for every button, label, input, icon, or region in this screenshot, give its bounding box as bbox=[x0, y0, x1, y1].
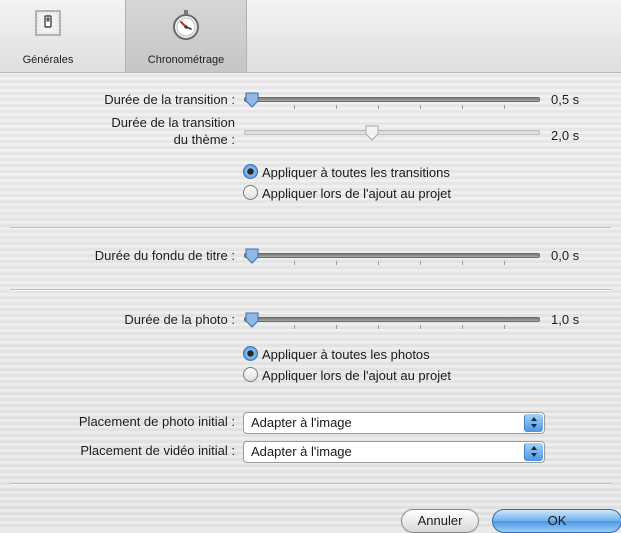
theme-transition-value: 2,0 s bbox=[551, 128, 580, 143]
photo-placement-label: Placement de photo initial : bbox=[78, 414, 235, 429]
photo-duration-slider[interactable] bbox=[244, 311, 540, 333]
video-placement-select[interactable]: Adapter à l'image bbox=[243, 441, 545, 463]
tab-chronometrage[interactable]: Chronométrage bbox=[125, 0, 247, 72]
video-placement-value: Adapter à l'image bbox=[251, 444, 352, 459]
photo-placement-select[interactable]: Adapter à l'image bbox=[243, 412, 545, 434]
apply-all-photos-radio[interactable]: Appliquer à toutes les photos bbox=[243, 346, 430, 364]
section-divider bbox=[10, 483, 611, 485]
title-fade-slider[interactable] bbox=[244, 247, 540, 269]
apply-on-add-transitions-label: Appliquer lors de l'ajout au projet bbox=[262, 186, 451, 201]
photo-duration-value: 1,0 s bbox=[551, 312, 580, 327]
theme-transition-slider[interactable] bbox=[244, 124, 540, 146]
select-arrows-icon bbox=[524, 414, 543, 432]
section-divider bbox=[10, 289, 611, 291]
slider-knob[interactable] bbox=[244, 91, 260, 109]
timing-pane: Durée de la transition : 0,5 s Durée de … bbox=[0, 73, 621, 533]
apply-all-transitions-label: Appliquer à toutes les transitions bbox=[262, 165, 450, 180]
cancel-button[interactable]: Annuler bbox=[401, 509, 479, 533]
theme-transition-label-line1: Durée de la transition bbox=[111, 115, 235, 130]
apply-all-photos-label: Appliquer à toutes les photos bbox=[262, 347, 430, 362]
transition-duration-label: Durée de la transition : bbox=[104, 92, 235, 107]
transition-duration-slider[interactable] bbox=[244, 91, 540, 113]
radio-dot bbox=[243, 185, 258, 200]
tab-generales-label: Générales bbox=[22, 54, 74, 66]
transition-duration-value: 0,5 s bbox=[551, 92, 580, 107]
title-fade-label: Durée du fondu de titre : bbox=[94, 248, 235, 263]
apply-all-transitions-radio[interactable]: Appliquer à toutes les transitions bbox=[243, 164, 450, 182]
tab-chronometrage-label: Chronométrage bbox=[147, 54, 225, 66]
video-placement-label: Placement de vidéo initial : bbox=[80, 443, 235, 458]
title-fade-value: 0,0 s bbox=[551, 248, 580, 263]
stopwatch-icon bbox=[169, 8, 203, 45]
tab-generales[interactable]: Générales bbox=[8, 0, 88, 72]
switch-icon bbox=[33, 8, 63, 41]
radio-dot bbox=[243, 164, 258, 179]
section-divider bbox=[10, 227, 611, 229]
ok-button[interactable]: OK bbox=[492, 509, 621, 533]
photo-duration-label: Durée de la photo : bbox=[124, 312, 235, 327]
apply-on-add-transitions-radio[interactable]: Appliquer lors de l'ajout au projet bbox=[243, 185, 451, 203]
photo-placement-value: Adapter à l'image bbox=[251, 415, 352, 430]
preferences-toolbar: Générales Chronométrage bbox=[0, 0, 621, 73]
slider-knob[interactable] bbox=[244, 247, 260, 265]
radio-dot bbox=[243, 367, 258, 382]
slider-knob[interactable] bbox=[244, 311, 260, 329]
select-arrows-icon bbox=[524, 443, 543, 461]
slider-knob[interactable] bbox=[364, 124, 380, 142]
radio-dot bbox=[243, 346, 258, 361]
apply-on-add-photos-label: Appliquer lors de l'ajout au projet bbox=[262, 368, 451, 383]
apply-on-add-photos-radio[interactable]: Appliquer lors de l'ajout au projet bbox=[243, 367, 451, 385]
theme-transition-label-line2: du thème : bbox=[173, 132, 235, 147]
